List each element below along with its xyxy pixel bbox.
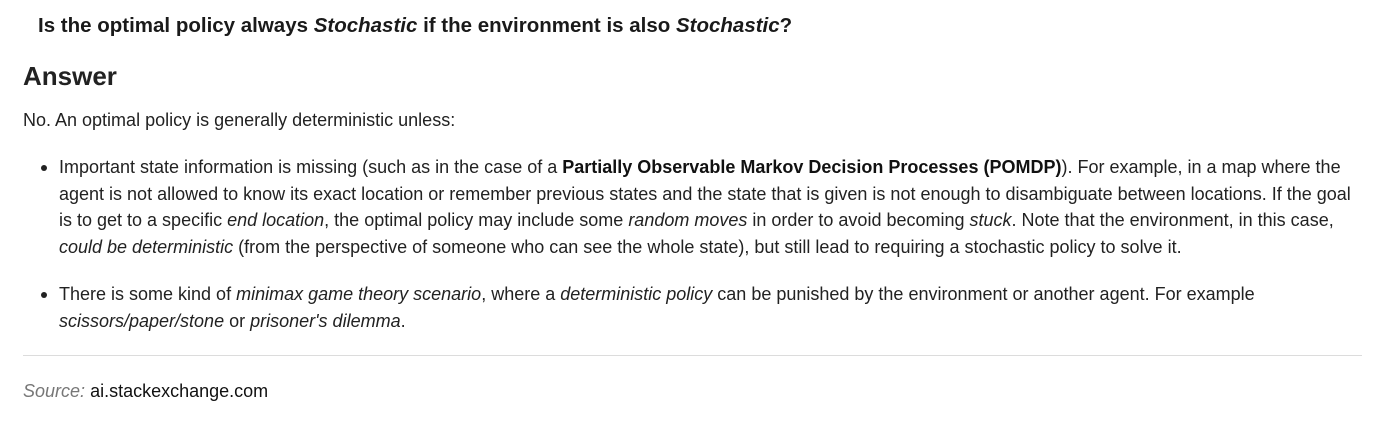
bold-term: Partially Observable Markov Decision Pro… (562, 157, 1062, 177)
source-line: Source: ai.stackexchange.com (23, 378, 268, 404)
divider (23, 355, 1362, 356)
italic-term: could be deterministic (59, 236, 234, 257)
bullet-line: scissors/paper/stone or prisoner's dilem… (59, 308, 1363, 335)
bullet-item-pomdp: Important state information is missing (… (23, 154, 1363, 260)
text-segment: There is some kind of (59, 284, 237, 305)
text-segment: ). For example, in a map where the (1061, 157, 1341, 177)
question-title: Is the optimal policy always Stochastic … (38, 12, 792, 40)
bullet-line: could be deterministic (from the perspec… (59, 234, 1363, 261)
text-segment: agent is not allowed to know its exact l… (59, 183, 1351, 204)
answer-bullet-list: Important state information is missing (… (23, 154, 1363, 335)
text-segment: . (400, 310, 406, 331)
bullet-body: Important state information is missing (… (59, 154, 1363, 260)
bullet-dot-icon (41, 292, 47, 299)
text-segment: can be punished by the environment or an… (712, 284, 1255, 305)
bullet-item-minimax: There is some kind of minimax game theor… (23, 281, 1363, 334)
bullet-line: Important state information is missing (… (59, 154, 1363, 181)
italic-term: deterministic policy (560, 284, 713, 305)
question-part-italic: Stochastic (675, 14, 780, 37)
bullet-line: agent is not allowed to know its exact l… (59, 181, 1363, 208)
italic-term: prisoner's dilemma (250, 310, 401, 331)
answer-heading: Answer (23, 58, 117, 94)
text-segment: in order to avoid becoming (747, 210, 970, 231)
text-segment: , the optimal policy may include some (324, 210, 629, 231)
bullet-line: is to get to a specific end location, th… (59, 207, 1363, 234)
text-segment: , where a (481, 284, 561, 305)
answer-intro: No. An optimal policy is generally deter… (23, 110, 456, 130)
question-part: if the environment is also (417, 14, 676, 37)
text-segment: (from the perspective of someone who can… (233, 236, 1182, 257)
text-segment: or (224, 310, 251, 331)
source-label: Source: (23, 381, 86, 401)
italic-term: scissors/paper/stone (59, 310, 225, 331)
question-part: Is the optimal policy always (38, 14, 314, 37)
answer-heading-text: Answer (23, 61, 117, 91)
bullet-body: There is some kind of minimax game theor… (59, 281, 1363, 334)
italic-term: minimax game theory scenario (236, 284, 482, 305)
bullet-line: There is some kind of minimax game theor… (59, 281, 1363, 308)
question-part-italic: Stochastic (313, 14, 418, 37)
italic-term: random moves (628, 210, 748, 231)
text-segment: is to get to a specific (59, 210, 228, 231)
text-segment: Important state information is missing (… (59, 157, 563, 177)
italic-term: end location (227, 210, 325, 231)
bullet-dot-icon (41, 165, 47, 171)
question-part: ? (779, 14, 793, 37)
text-segment: . Note that the environment, in this cas… (1011, 210, 1334, 231)
source-link[interactable]: ai.stackexchange.com (90, 381, 268, 401)
italic-term: stuck (969, 210, 1012, 231)
